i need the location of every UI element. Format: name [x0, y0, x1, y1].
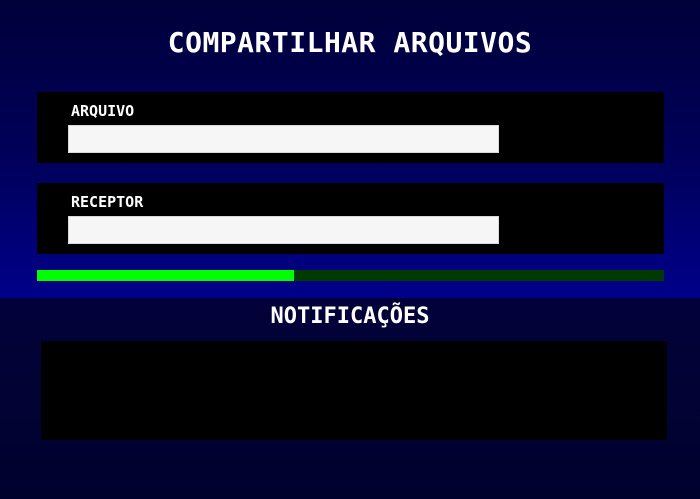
receiver-label: RECEPTOR [71, 193, 144, 211]
file-field-box: ARQUIVO [37, 92, 664, 163]
upload-progress-bar [37, 270, 664, 281]
file-label: ARQUIVO [71, 102, 135, 120]
receiver-input[interactable] [68, 216, 499, 244]
page-title: COMPARTILHAR ARQUIVOS [167, 26, 533, 59]
notifications-title: NOTIFICAÇÕES [270, 304, 430, 329]
receiver-field-box: RECEPTOR [37, 183, 664, 254]
notifications-log [41, 341, 667, 440]
upload-progress-fill [37, 270, 295, 281]
file-input[interactable] [68, 125, 499, 153]
